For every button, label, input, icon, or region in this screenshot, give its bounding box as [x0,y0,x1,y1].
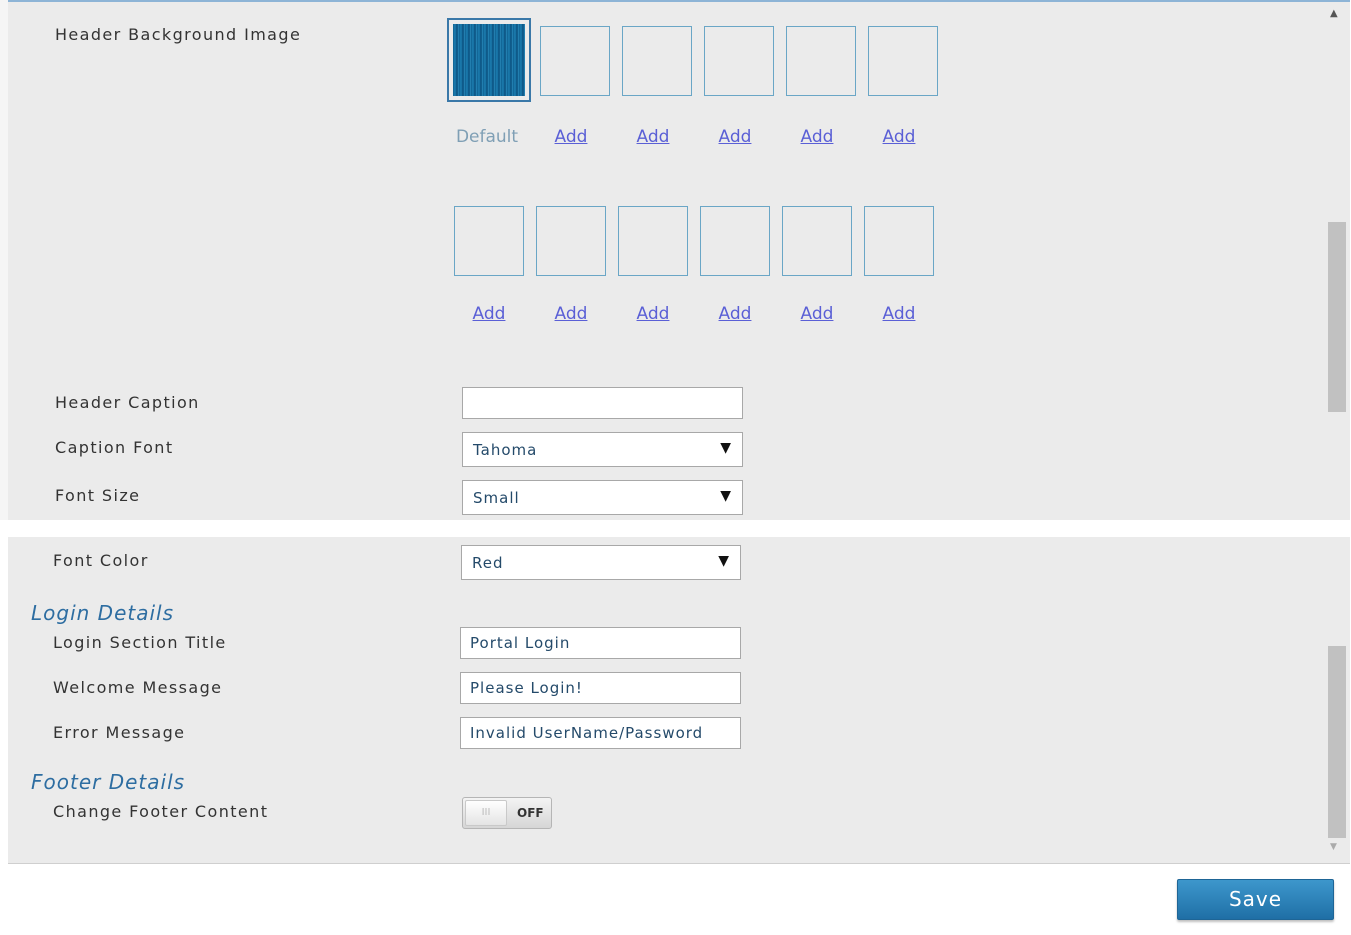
add-image-link[interactable]: Add [864,304,934,324]
bottom-scrollbar[interactable]: ▼ [1326,540,1346,860]
add-image-link[interactable]: Add [536,127,606,147]
dropdown-arrow-icon: ▼ [720,488,732,504]
font-color-label: Font Color [53,551,149,570]
dropdown-arrow-icon: ▼ [718,553,730,569]
font-size-value: Small [473,489,520,507]
add-image-link[interactable]: Add [700,127,770,147]
background-slot-thumbnail[interactable] [704,26,774,96]
add-image-link[interactable]: Add [700,304,770,324]
background-slot-thumbnail[interactable] [864,206,934,276]
change-footer-content-label: Change Footer Content [53,802,269,821]
scroll-up-icon[interactable]: ▲ [1330,8,1338,19]
add-image-link[interactable]: Add [864,127,934,147]
caption-font-label: Caption Font [55,438,174,457]
welcome-message-label: Welcome Message [53,678,223,697]
toggle-knob: III [465,800,507,826]
welcome-message-input[interactable]: Please Login! [460,672,741,704]
top-scrollbar[interactable]: ▲ [1326,8,1346,513]
toggle-state: OFF [517,806,544,820]
background-slot-thumbnail[interactable] [536,206,606,276]
default-background-thumbnail[interactable] [447,18,531,102]
scrollbar-thumb[interactable] [1328,222,1346,412]
background-slot-thumbnail[interactable] [700,206,770,276]
default-background-image [453,24,525,96]
add-image-link[interactable]: Add [536,304,606,324]
add-image-link[interactable]: Add [454,304,524,324]
background-slot-thumbnail[interactable] [782,206,852,276]
scrollbar-thumb[interactable] [1328,646,1346,838]
dropdown-arrow-icon: ▼ [720,440,732,456]
background-slot-thumbnail[interactable] [618,206,688,276]
login-section-title-input[interactable]: Portal Login [460,627,741,659]
background-slot-thumbnail[interactable] [868,26,938,96]
scroll-down-icon[interactable]: ▼ [1330,842,1337,852]
background-slot-thumbnail[interactable] [454,206,524,276]
header-caption-label: Header Caption [55,393,200,412]
add-image-link[interactable]: Add [618,127,688,147]
login-details-heading: Login Details [31,601,174,625]
error-message-label: Error Message [53,723,186,742]
save-button[interactable]: Save [1177,879,1334,920]
caption-font-value: Tahoma [473,441,538,459]
left-edge-sliver [0,0,8,520]
font-color-select[interactable]: Red ▼ [461,545,741,580]
font-size-label: Font Size [55,486,141,505]
add-image-link[interactable]: Add [618,304,688,324]
panel-separator [0,520,1351,537]
font-size-select[interactable]: Small ▼ [462,480,743,515]
add-image-link[interactable]: Add [782,304,852,324]
footer-details-heading: Footer Details [31,770,186,794]
login-section-title-label: Login Section Title [53,633,227,652]
default-caption: Default [455,127,519,147]
header-caption-input[interactable] [462,387,743,419]
background-slot-thumbnail[interactable] [622,26,692,96]
add-image-link[interactable]: Add [782,127,852,147]
caption-font-select[interactable]: Tahoma ▼ [462,432,743,467]
background-slot-thumbnail[interactable] [540,26,610,96]
error-message-input[interactable]: Invalid UserName/Password [460,717,741,749]
header-background-image-label: Header Background Image [55,25,302,44]
background-slot-thumbnail[interactable] [786,26,856,96]
change-footer-toggle[interactable]: III OFF [462,797,552,829]
font-color-value: Red [472,554,504,572]
